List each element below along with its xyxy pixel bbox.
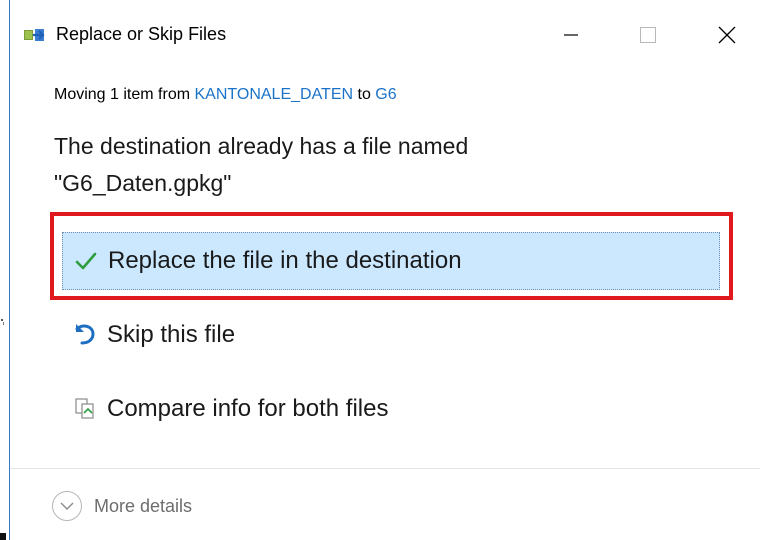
screen: Replace or Skip Files Moving 1 item from… bbox=[0, 0, 760, 540]
maximize-button[interactable] bbox=[621, 10, 675, 60]
compare-files-icon bbox=[71, 395, 99, 423]
replace-file-label: Replace the file in the destination bbox=[108, 247, 462, 274]
compare-files-option[interactable]: Compare info for both files bbox=[62, 380, 720, 438]
edge-artifact bbox=[0, 530, 7, 540]
skip-file-label: Skip this file bbox=[107, 321, 236, 348]
minimize-icon bbox=[564, 34, 578, 36]
dialog-footer: More details bbox=[10, 469, 760, 540]
close-button[interactable] bbox=[700, 10, 754, 60]
maximize-icon bbox=[640, 27, 656, 43]
conflict-filename: "G6_Daten.gpkg" bbox=[54, 170, 232, 196]
edge-artifact bbox=[0, 312, 6, 325]
replace-file-option[interactable]: Replace the file in the destination bbox=[62, 232, 720, 290]
more-details-label: More details bbox=[94, 495, 193, 516]
source-folder-link[interactable]: KANTONALE_DATEN bbox=[194, 86, 353, 103]
conflict-message-line1: The destination already has a file named bbox=[54, 133, 469, 159]
more-details-toggle[interactable]: More details bbox=[52, 491, 192, 521]
compare-files-label: Compare info for both files bbox=[107, 395, 389, 422]
window-title: Replace or Skip Files bbox=[56, 24, 227, 44]
operation-summary: Moving 1 item from KANTONALE_DATEN to G6 bbox=[54, 86, 397, 104]
skip-arrow-icon bbox=[71, 321, 99, 349]
destination-folder-link[interactable]: G6 bbox=[375, 86, 396, 103]
summary-prefix: Moving 1 item from bbox=[54, 86, 195, 103]
replace-or-skip-dialog: Replace or Skip Files Moving 1 item from… bbox=[9, 0, 760, 540]
close-icon bbox=[718, 26, 736, 44]
title-bar[interactable]: Replace or Skip Files bbox=[10, 0, 760, 70]
skip-file-option[interactable]: Skip this file bbox=[62, 306, 720, 364]
checkmark-icon bbox=[72, 247, 100, 275]
chevron-down-icon bbox=[52, 491, 82, 521]
minimize-button[interactable] bbox=[544, 10, 598, 60]
summary-connector: to bbox=[353, 86, 376, 103]
conflict-message: The destination already has a file named… bbox=[54, 128, 574, 202]
folder-move-icon bbox=[24, 26, 50, 44]
